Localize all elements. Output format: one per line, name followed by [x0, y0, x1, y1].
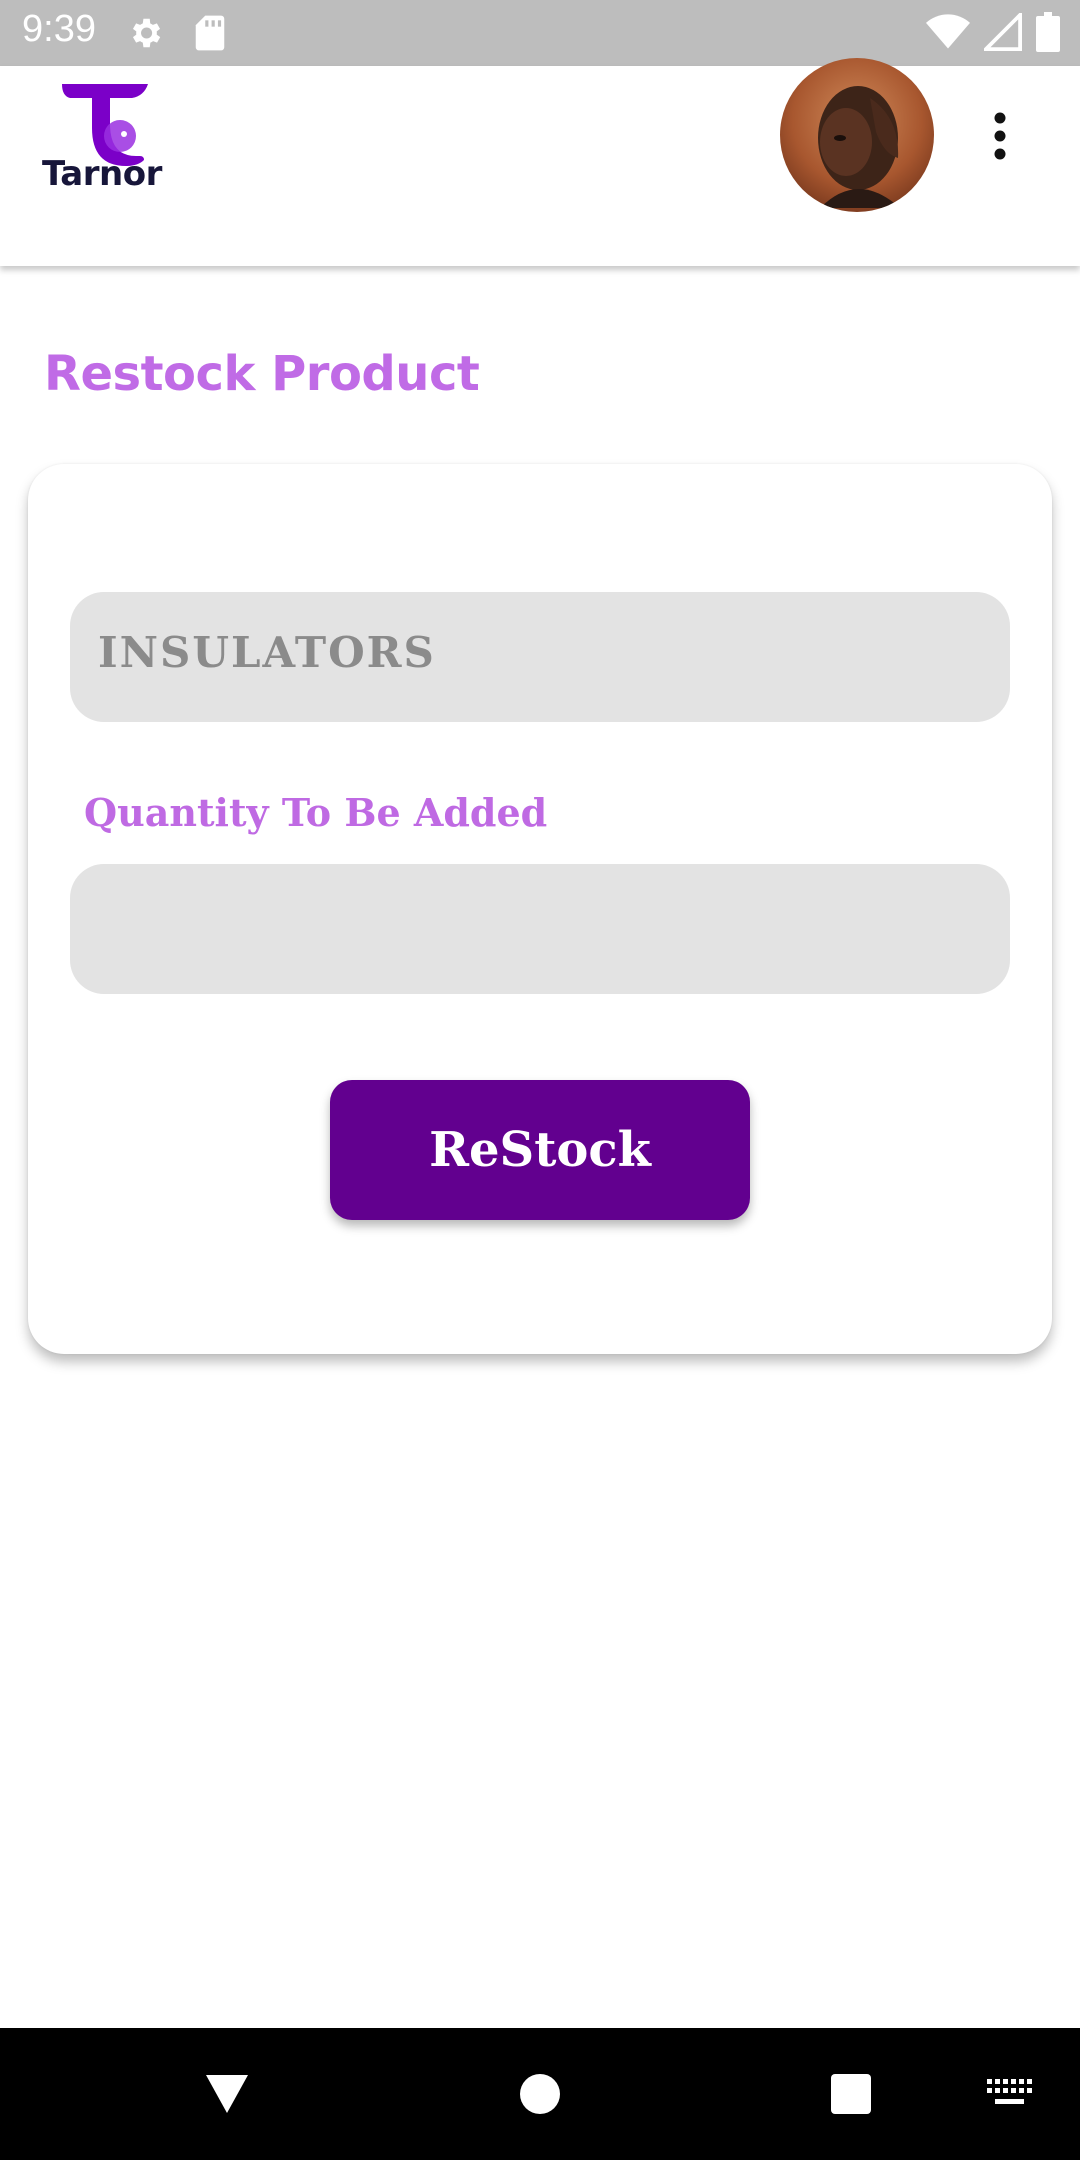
- cell-signal-icon: [984, 13, 1022, 51]
- product-name-value: INSULATORS: [98, 628, 436, 677]
- status-notification-icons: [126, 14, 226, 52]
- status-time: 9:39: [22, 8, 96, 50]
- quantity-label: Quantity To Be Added: [84, 790, 548, 835]
- more-vert-icon[interactable]: [980, 106, 1020, 176]
- status-system-icons: [926, 12, 1060, 52]
- system-nav-bar: [0, 2028, 1080, 2160]
- sd-card-icon: [195, 15, 225, 51]
- back-button[interactable]: [196, 2028, 258, 2160]
- app-logo-text: Tarnor: [42, 154, 162, 194]
- keyboard-icon: [987, 2079, 1032, 2104]
- battery-icon: [1036, 12, 1060, 52]
- product-name-field[interactable]: INSULATORS: [70, 592, 1010, 722]
- restock-button[interactable]: ReStock: [330, 1080, 750, 1220]
- home-button[interactable]: [516, 2028, 564, 2160]
- avatar[interactable]: [780, 58, 934, 212]
- restock-form-card: INSULATORS Quantity To Be Added ReStock: [28, 464, 1052, 1354]
- page-title: Restock Product: [44, 346, 480, 402]
- recents-button[interactable]: [826, 2028, 876, 2160]
- home-icon: [520, 2074, 560, 2114]
- recents-icon: [831, 2074, 871, 2114]
- wifi-icon: [926, 14, 970, 49]
- back-icon: [206, 2075, 248, 2113]
- quantity-input[interactable]: [70, 864, 1010, 994]
- status-bar: 9:39: [0, 0, 1080, 66]
- app-bar: Tarnor: [0, 58, 1080, 266]
- keyboard-button[interactable]: [980, 2028, 1040, 2160]
- settings-icon: [132, 18, 161, 48]
